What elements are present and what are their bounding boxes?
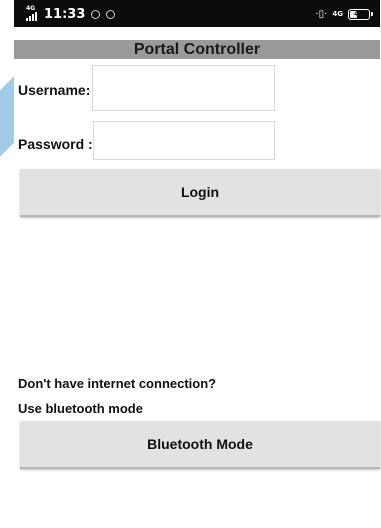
- phone-screen: 4G 11:33 ·▯· 4G 42 Portal Controller Use…: [14, 0, 380, 528]
- status-time: 11:33: [44, 6, 86, 22]
- login-button[interactable]: Login: [20, 169, 380, 217]
- vibrate-icon: ·▯·: [315, 8, 328, 20]
- password-label: Password :: [18, 136, 93, 152]
- signal-icon: 4G: [26, 6, 40, 22]
- status-bar-right: ·▯· 4G 42: [315, 6, 373, 22]
- battery-icon: 42: [348, 8, 373, 20]
- whatsapp-icon: [106, 9, 116, 19]
- app-title: Portal Controller: [14, 40, 380, 59]
- bluetooth-hint-text: Use bluetooth mode: [18, 401, 143, 416]
- status-bar: 4G 11:33 ·▯· 4G 42: [14, 0, 380, 27]
- whatsapp-icon: [91, 9, 101, 19]
- username-input[interactable]: [92, 65, 275, 111]
- no-internet-text: Don't have internet connection?: [18, 376, 217, 391]
- password-input[interactable]: [93, 121, 275, 160]
- battery-level: 42: [354, 10, 364, 18]
- status-bar-left: 4G 11:33: [26, 5, 116, 23]
- network-4g-label: 4G: [332, 10, 343, 18]
- username-label: Username:: [18, 82, 91, 98]
- bluetooth-mode-button[interactable]: Bluetooth Mode: [20, 421, 380, 469]
